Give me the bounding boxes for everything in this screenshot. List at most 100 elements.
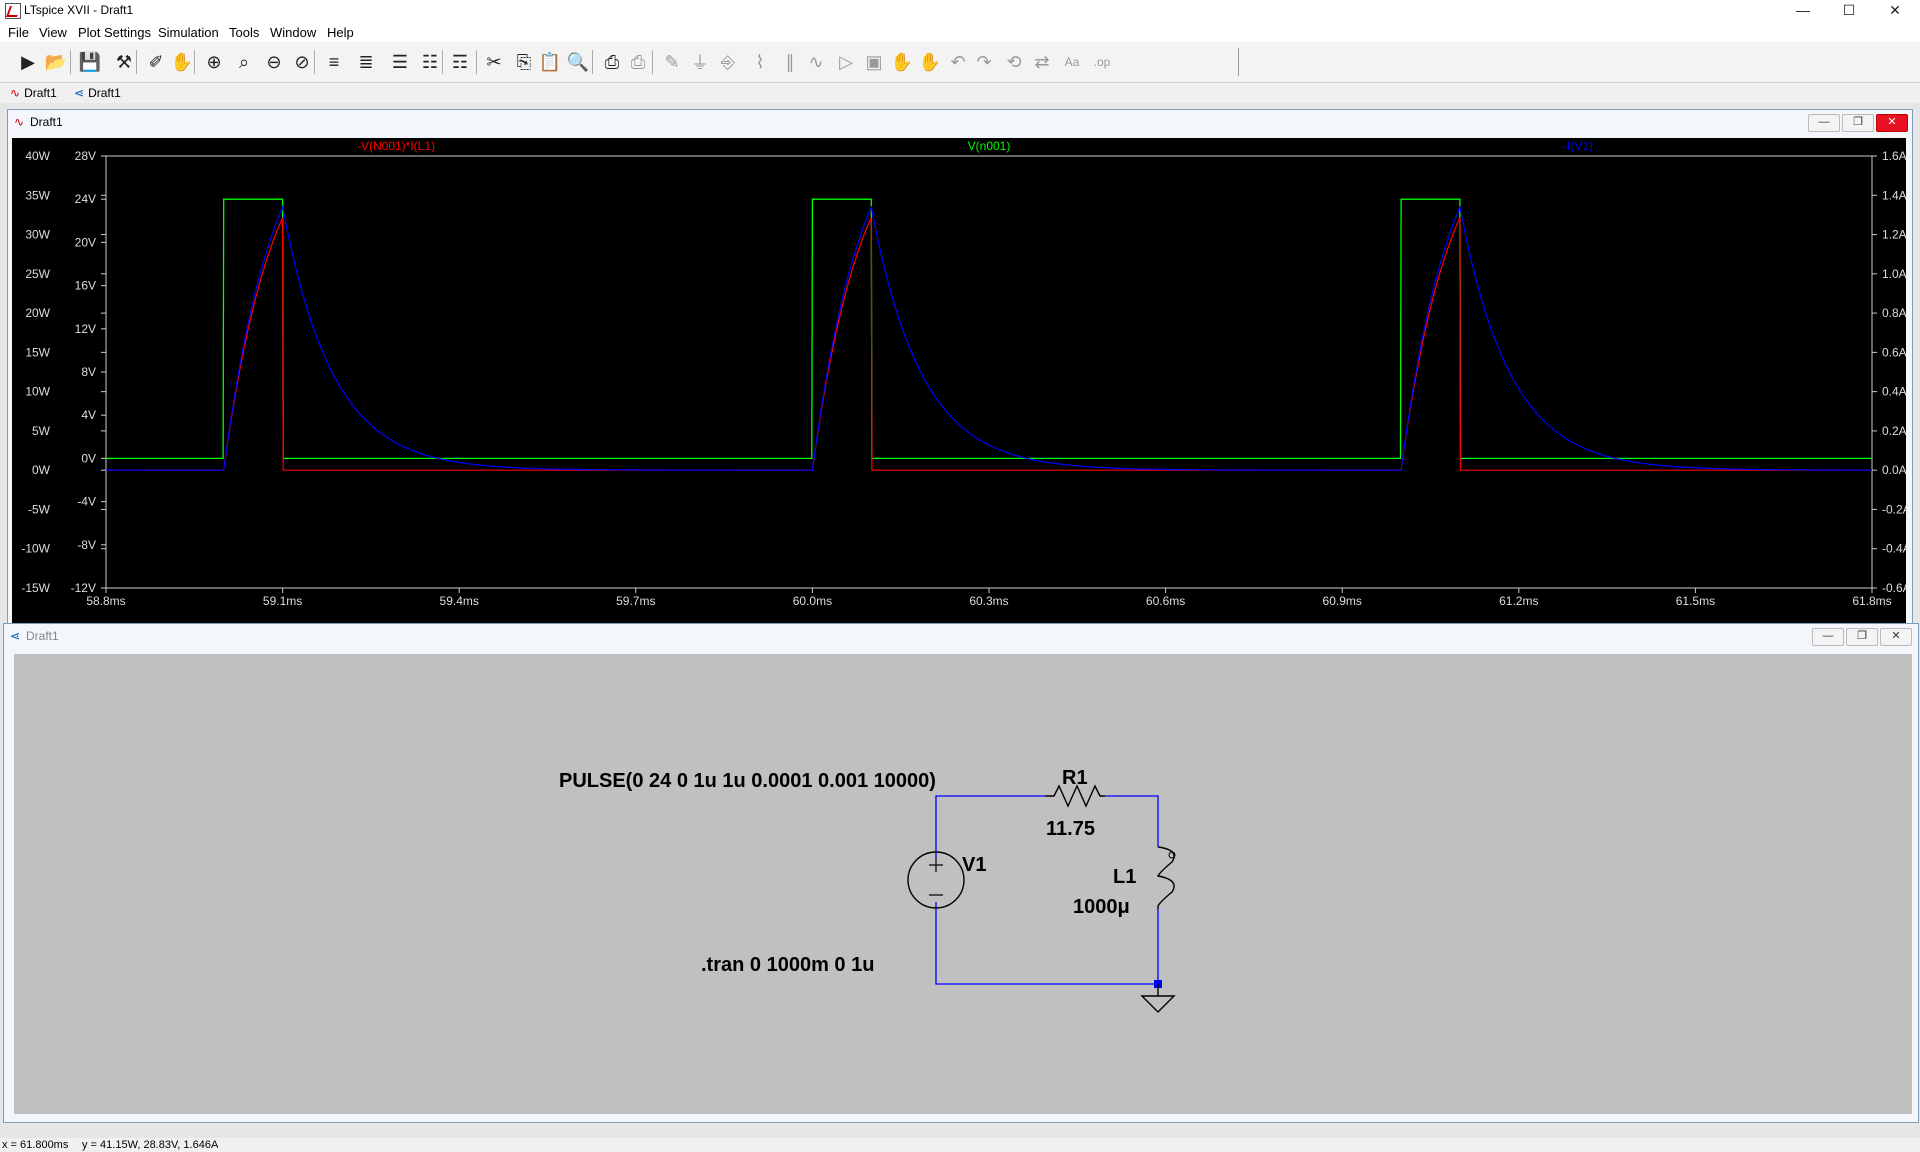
pan-icon[interactable]: ✋	[170, 50, 194, 74]
r1-name-label[interactable]: R1	[1062, 767, 1088, 789]
x-tick-label: 60.9ms	[1323, 594, 1362, 608]
menu-tools[interactable]: Tools	[229, 25, 259, 40]
inductor-l1[interactable]	[1156, 846, 1176, 909]
print-preview-icon[interactable]: ⎙	[600, 50, 624, 74]
r1-value-label[interactable]: 11.75	[1046, 818, 1095, 840]
mirror-icon[interactable]: ⇄	[1030, 50, 1054, 74]
save-icon[interactable]: 💾	[78, 50, 102, 74]
schematic-window: ⋖ Draft1 — ❐ ✕ PULSE(0 24 0 1u 1u 0.0001…	[3, 623, 1919, 1123]
control-panel-icon[interactable]: ⚒	[112, 50, 136, 74]
halt-icon[interactable]: ✐	[144, 50, 168, 74]
y-tick-label-voltage: -4V	[77, 495, 96, 509]
maximize-button[interactable]: ☐	[1826, 0, 1872, 22]
menu-simulation[interactable]: Simulation	[158, 25, 219, 40]
find-icon[interactable]: 🔍	[566, 50, 590, 74]
schematic-minimize-button[interactable]: —	[1812, 628, 1844, 646]
l1-name-label[interactable]: L1	[1113, 866, 1136, 888]
voltage-source-v1[interactable]	[907, 851, 965, 909]
text-icon[interactable]: Aa	[1060, 50, 1084, 74]
l1-value-label[interactable]: 1000μ	[1073, 896, 1130, 918]
y-tick-label-current: 0.6A	[1882, 345, 1906, 359]
menu-plot-settings[interactable]: Plot Settings	[78, 25, 151, 40]
wire-icon[interactable]: ✎	[660, 50, 684, 74]
move-icon[interactable]: ✋	[890, 50, 914, 74]
schematic-canvas[interactable]: PULSE(0 24 0 1u 1u 0.0001 0.001 10000) V…	[14, 654, 1912, 1114]
menu-view[interactable]: View	[39, 25, 67, 40]
schematic-icon: ⋖	[10, 629, 21, 643]
y-tick-label-voltage: 24V	[75, 192, 96, 206]
schematic-window-title: Draft1	[26, 629, 59, 643]
spice-directive-icon[interactable]: .op	[1090, 50, 1114, 74]
menu-window[interactable]: Window	[270, 25, 316, 40]
diode-icon[interactable]: ▷	[834, 50, 858, 74]
y-tick-label-current: 1.0A	[1882, 267, 1906, 281]
trace-v-n001	[106, 198, 1872, 460]
y-tick-label-power: 5W	[32, 424, 51, 438]
plot-window-titlebar: ∿ Draft1 — ❐ ✕	[8, 110, 1912, 134]
schematic-icon: ⋖	[74, 86, 85, 100]
schematic-close-button[interactable]: ✕	[1880, 628, 1912, 646]
close-button[interactable]: ✕	[1872, 0, 1918, 22]
ground-icon[interactable]: ⏚	[688, 50, 712, 74]
inductor-icon[interactable]: ∿	[804, 50, 828, 74]
open-icon[interactable]: 📂	[44, 50, 68, 74]
zoom-in-icon[interactable]: ⊕	[202, 50, 226, 74]
minimize-button[interactable]: —	[1780, 0, 1826, 22]
component-icon[interactable]: ▣	[862, 50, 886, 74]
schematic-restore-button[interactable]: ❐	[1846, 628, 1878, 646]
trace-label: V(n001)	[968, 139, 1011, 153]
zoom-area-icon[interactable]: ⌕	[232, 50, 256, 74]
print-icon[interactable]: ⎙	[626, 50, 650, 74]
tile-horizontal-icon[interactable]: ☰	[388, 50, 412, 74]
copy-icon[interactable]: ⎘	[512, 50, 536, 74]
tab-waveform[interactable]: ∿ Draft1	[10, 85, 57, 101]
trace-label: -V(N001)*I(L1)	[357, 139, 435, 153]
ground-symbol[interactable]	[1140, 980, 1176, 1013]
y-tick-label-power: 40W	[25, 149, 50, 163]
y-tick-label-current: -0.2A	[1882, 502, 1906, 516]
trace-power	[106, 217, 1872, 471]
plot-close-button[interactable]: ✕	[1876, 114, 1908, 132]
rotate-icon[interactable]: ⟲	[1002, 50, 1026, 74]
resistor-r1[interactable]	[1045, 784, 1105, 808]
paste-icon[interactable]: 📋	[538, 50, 562, 74]
y-tick-label-power: -15W	[21, 581, 50, 595]
redo-icon[interactable]: ↷	[972, 50, 996, 74]
tab-schematic[interactable]: ⋖ Draft1	[74, 85, 121, 101]
menu-file[interactable]: File	[8, 25, 29, 40]
capacitor-icon[interactable]: ∥	[778, 50, 802, 74]
drag-icon[interactable]: ✋	[918, 50, 942, 74]
menu-help[interactable]: Help	[327, 25, 354, 40]
source-value-label[interactable]: PULSE(0 24 0 1u 1u 0.0001 0.001 10000)	[559, 770, 936, 792]
undo-icon[interactable]: ↶	[946, 50, 970, 74]
waveform-chart[interactable]: 58.8ms 59.1ms 59.4ms 59.7ms 60.0ms 60.3ms 60.6…	[12, 138, 1910, 624]
cut-icon[interactable]: ✂	[482, 50, 506, 74]
v1-name-label[interactable]: V1	[962, 854, 986, 876]
window-title: LTspice XVII - Draft1	[24, 3, 134, 17]
wire[interactable]	[935, 795, 1045, 858]
x-tick-label: 60.6ms	[1146, 594, 1185, 608]
manual-limits-icon[interactable]: ≣	[354, 50, 378, 74]
tile-vertical-icon[interactable]: ☶	[448, 50, 472, 74]
autorange-icon[interactable]: ≡	[322, 50, 346, 74]
spice-directive[interactable]: .tran 0 1000m 0 1u	[701, 954, 874, 976]
trace-current	[106, 205, 1872, 471]
label-icon[interactable]: ⎆	[716, 50, 740, 74]
zoom-cancel-icon[interactable]: ⊘	[290, 50, 314, 74]
x-tick-label: 60.3ms	[969, 594, 1008, 608]
plot-restore-button[interactable]: ❐	[1842, 114, 1874, 132]
schematic-drawing[interactable]: PULSE(0 24 0 1u 1u 0.0001 0.001 10000) V…	[14, 654, 1912, 1114]
y-tick-label-power: 25W	[25, 267, 50, 281]
toolbar-separator	[70, 50, 71, 74]
plot-minimize-button[interactable]: —	[1808, 114, 1840, 132]
waveform-plot[interactable]: 58.8ms 59.1ms 59.4ms 59.7ms 60.0ms 60.3ms 60.6…	[12, 138, 1911, 624]
cascade-icon[interactable]: ☷	[418, 50, 442, 74]
x-tick-label: 60.0ms	[793, 594, 832, 608]
wire[interactable]	[1105, 795, 1159, 847]
y-tick-label-current: 0.0A	[1882, 463, 1906, 477]
resistor-icon[interactable]: ⌇	[748, 50, 772, 74]
y-tick-label-voltage: 16V	[75, 279, 96, 293]
zoom-out-icon[interactable]: ⊖	[262, 50, 286, 74]
run-icon[interactable]: ▶	[16, 50, 40, 74]
ltspice-app-icon	[5, 3, 21, 19]
